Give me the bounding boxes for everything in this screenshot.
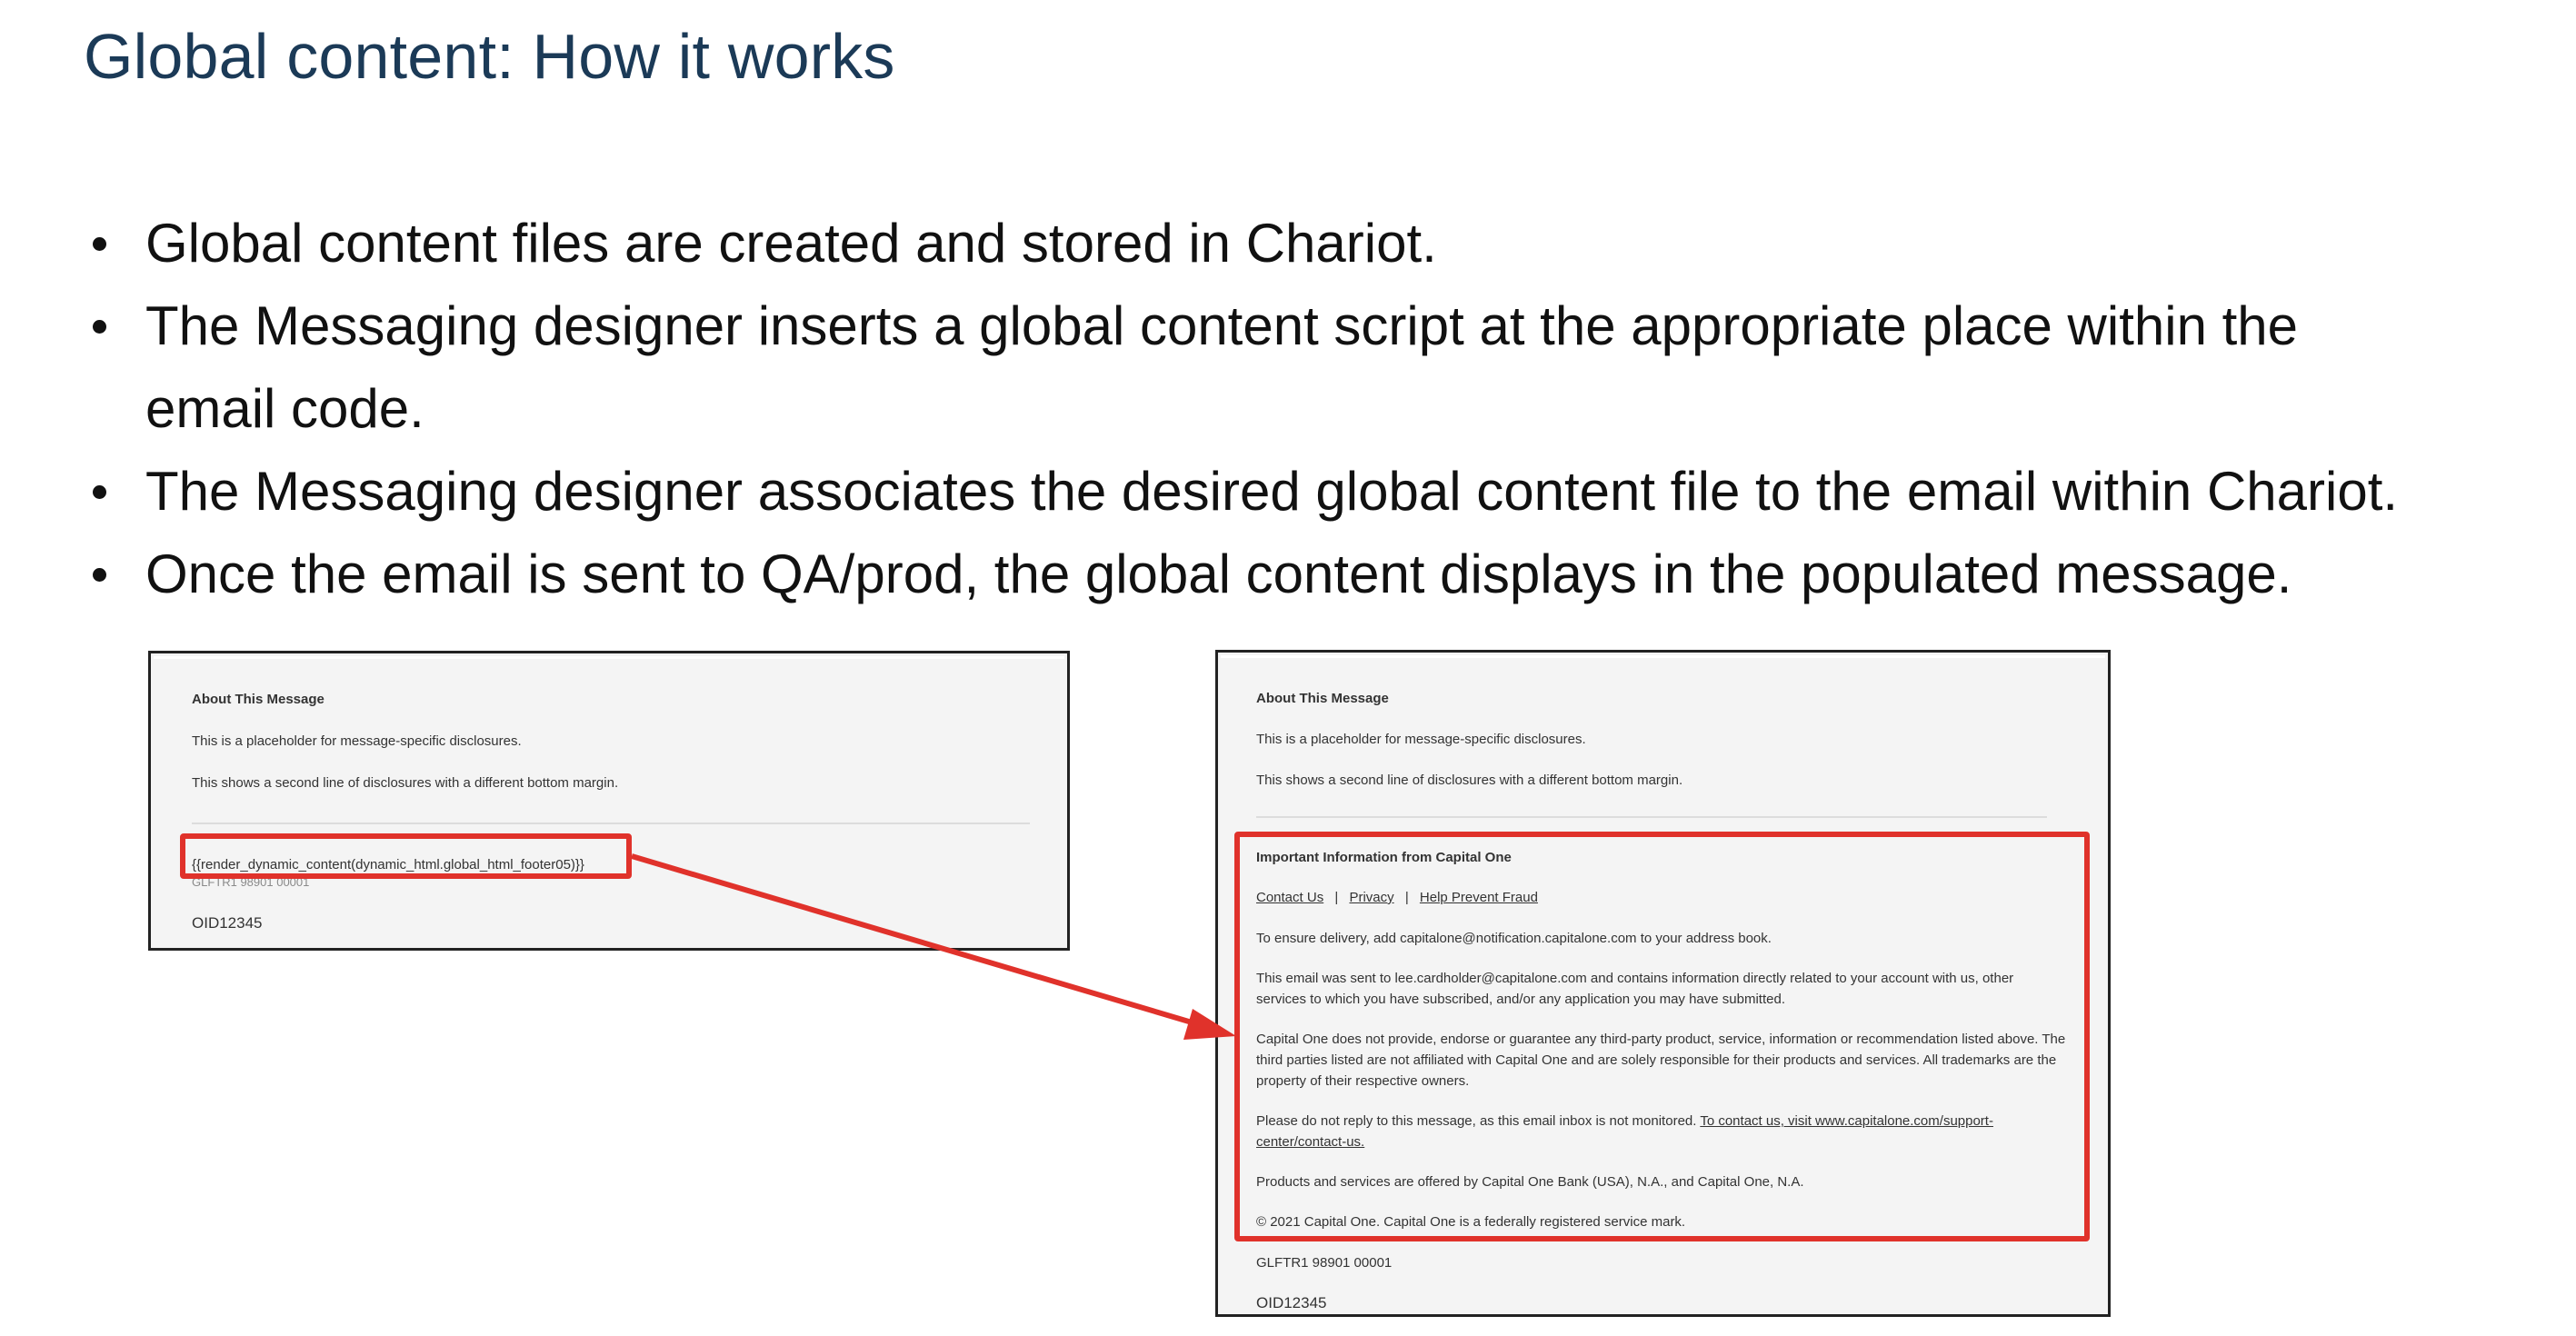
arrow-line bbox=[631, 853, 1199, 1027]
arrow-head bbox=[1183, 1009, 1236, 1040]
arrow-icon bbox=[631, 853, 1236, 1040]
